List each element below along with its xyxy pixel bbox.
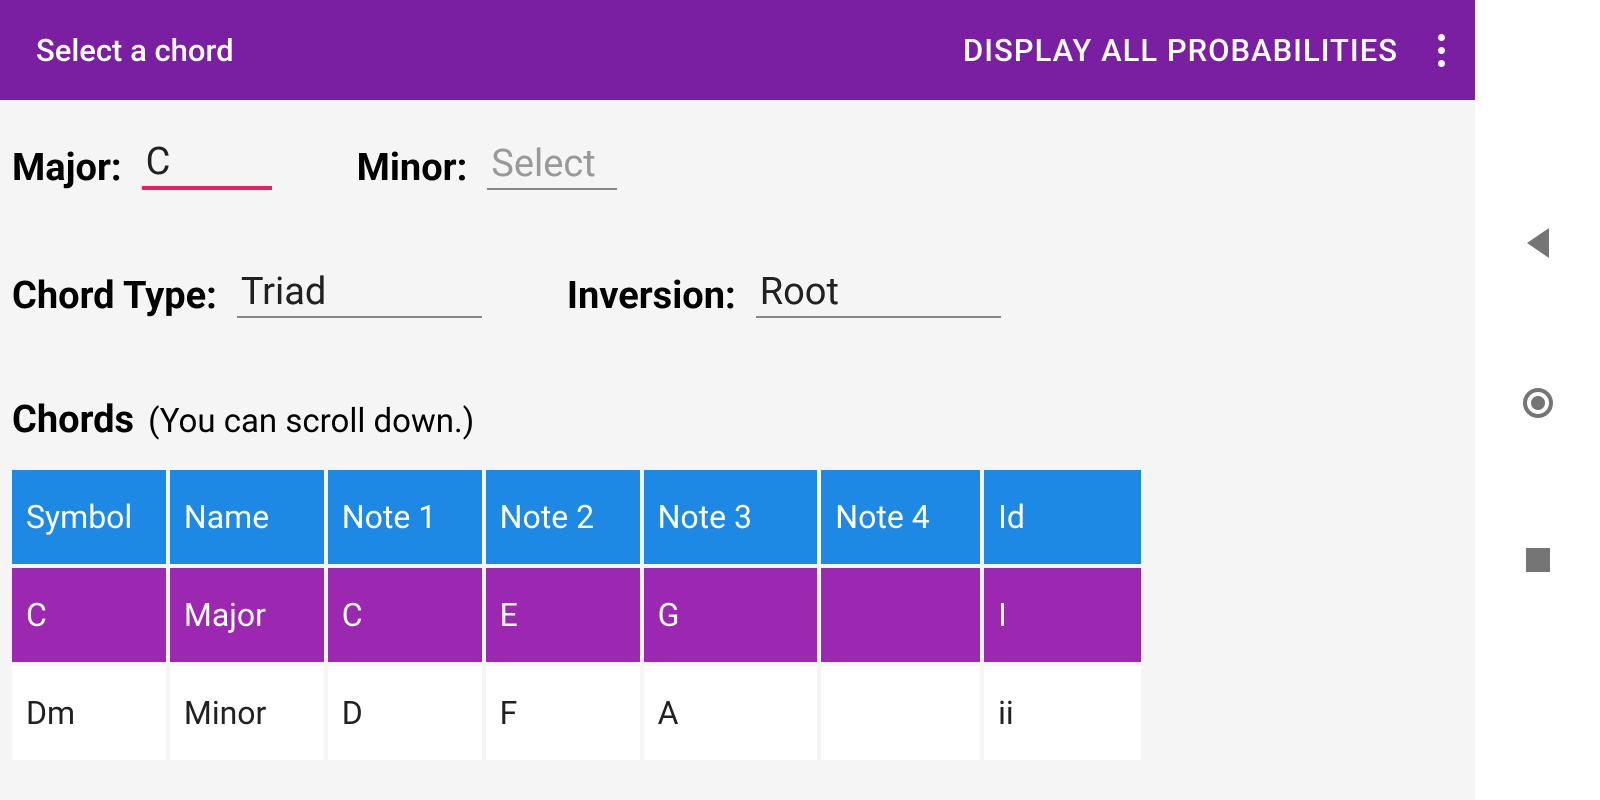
cell-note4 bbox=[821, 568, 980, 662]
cell-name: Major bbox=[170, 568, 324, 662]
more-options-icon[interactable] bbox=[1428, 24, 1455, 77]
major-label: Major: bbox=[12, 146, 122, 190]
inversion-field-group: Inversion: Root bbox=[567, 270, 1001, 318]
header-note3: Note 3 bbox=[644, 470, 818, 564]
android-nav-bar bbox=[1475, 0, 1600, 800]
chord-type-dropdown[interactable]: Triad bbox=[237, 270, 482, 318]
chords-section-title: Chords (You can scroll down.) bbox=[12, 398, 1463, 442]
minor-dropdown[interactable]: Select bbox=[487, 142, 617, 190]
cell-symbol: C bbox=[12, 568, 166, 662]
recent-apps-icon[interactable] bbox=[1526, 548, 1550, 572]
content-area: Major: C Minor: Select Chord Type: Triad… bbox=[0, 100, 1475, 764]
table-row[interactable]: Dm Minor D F A ii bbox=[12, 666, 1141, 760]
cell-name: Minor bbox=[170, 666, 324, 760]
header-note4: Note 4 bbox=[821, 470, 980, 564]
cell-note4 bbox=[821, 666, 980, 760]
chords-table[interactable]: Symbol Name Note 1 Note 2 Note 3 Note 4 … bbox=[12, 470, 1141, 764]
inversion-label: Inversion: bbox=[567, 274, 736, 318]
cell-id: I bbox=[984, 568, 1141, 662]
chord-type-label: Chord Type: bbox=[12, 274, 217, 318]
cell-note3: G bbox=[644, 568, 818, 662]
cell-note1: C bbox=[328, 568, 482, 662]
header-id: Id bbox=[984, 470, 1141, 564]
cell-note2: F bbox=[486, 666, 640, 760]
table-header-row: Symbol Name Note 1 Note 2 Note 3 Note 4 … bbox=[12, 470, 1141, 564]
header-symbol: Symbol bbox=[12, 470, 166, 564]
chord-type-field-group: Chord Type: Triad bbox=[12, 270, 482, 318]
major-dropdown[interactable]: C bbox=[142, 140, 272, 190]
minor-field-group: Minor: Select bbox=[357, 142, 618, 190]
display-probabilities-button[interactable]: DISPLAY ALL PROBABILITIES bbox=[963, 32, 1398, 69]
cell-note3: A bbox=[644, 666, 818, 760]
cell-note1: D bbox=[328, 666, 482, 760]
header-name: Name bbox=[170, 470, 324, 564]
chords-hint: (You can scroll down.) bbox=[148, 402, 474, 441]
minor-label: Minor: bbox=[357, 146, 468, 190]
page-title: Select a chord bbox=[36, 32, 234, 69]
major-field-group: Major: C bbox=[12, 140, 272, 190]
cell-symbol: Dm bbox=[12, 666, 166, 760]
table-row[interactable]: C Major C E G I bbox=[12, 568, 1141, 662]
chord-settings-row: Chord Type: Triad Inversion: Root bbox=[12, 270, 1463, 318]
cell-id: ii bbox=[984, 666, 1141, 760]
inversion-dropdown[interactable]: Root bbox=[756, 270, 1001, 318]
home-icon[interactable] bbox=[1523, 388, 1553, 418]
app-header: Select a chord DISPLAY ALL PROBABILITIES bbox=[0, 0, 1475, 100]
cell-note2: E bbox=[486, 568, 640, 662]
key-selection-row: Major: C Minor: Select bbox=[12, 140, 1463, 190]
header-actions: DISPLAY ALL PROBABILITIES bbox=[963, 24, 1455, 77]
chords-title: Chords bbox=[12, 398, 134, 442]
header-note1: Note 1 bbox=[328, 470, 482, 564]
back-icon[interactable] bbox=[1527, 228, 1549, 258]
header-note2: Note 2 bbox=[486, 470, 640, 564]
